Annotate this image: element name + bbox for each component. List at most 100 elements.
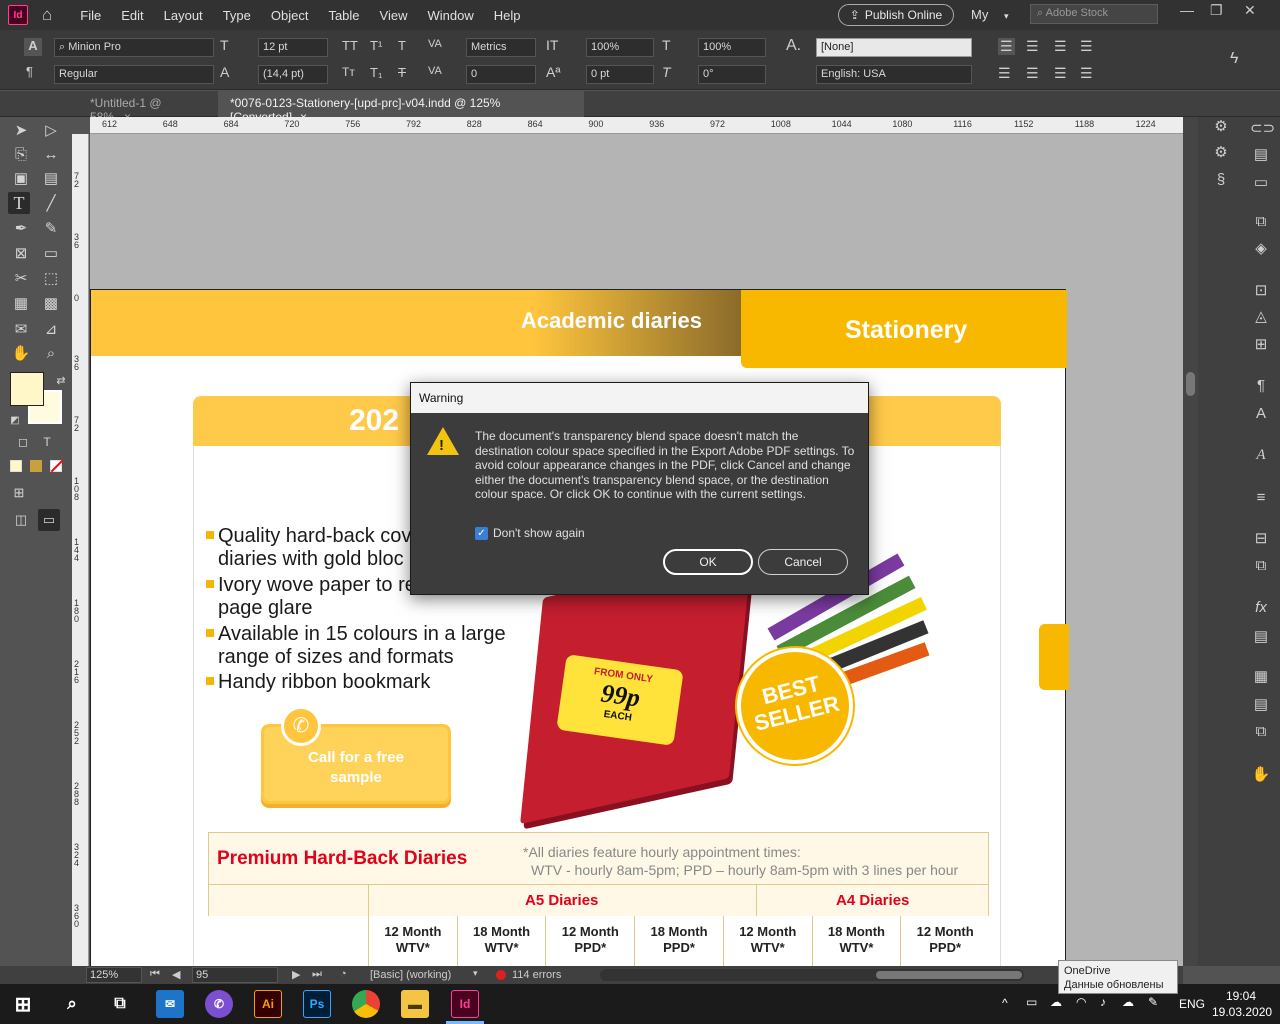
menu-window[interactable]: Window: [417, 8, 483, 23]
volume-icon[interactable]: ♪: [1100, 995, 1106, 1009]
screen-mode-icon[interactable]: ◫: [10, 509, 32, 531]
direct-selection-tool-icon[interactable]: ▷: [40, 119, 62, 141]
transform-icon[interactable]: ⊞: [1250, 335, 1272, 357]
pages-icon[interactable]: ⧉: [1250, 213, 1272, 235]
viber-icon[interactable]: ✆: [205, 990, 233, 1018]
scissors-tool-icon[interactable]: ✂: [10, 267, 32, 289]
align-icon[interactable]: ◬: [1250, 307, 1272, 329]
font-family-field[interactable]: ⌕ Minion Pro: [54, 38, 214, 57]
scroll-thumb[interactable]: [1186, 372, 1195, 396]
language-field[interactable]: English: USA: [816, 65, 972, 84]
quick-actions-icon[interactable]: ϟ: [1230, 50, 1238, 68]
character-style-field[interactable]: [None]: [816, 38, 972, 57]
page-field[interactable]: 95: [192, 967, 278, 983]
horizontal-scale-field[interactable]: 100%: [698, 38, 766, 57]
gradient-feather-tool-icon[interactable]: ▩: [40, 292, 62, 314]
links-icon[interactable]: ⊂⊃: [1250, 119, 1275, 141]
cell-styles-icon[interactable]: ⧉: [1250, 557, 1272, 579]
gradient-icon[interactable]: ▭: [1250, 173, 1272, 195]
restore-button[interactable]: ❐: [1210, 2, 1223, 19]
preview-mode-icon[interactable]: ▭: [38, 509, 60, 531]
home-icon[interactable]: ⌂: [42, 5, 52, 25]
fill-swatch[interactable]: [10, 372, 44, 406]
indesign-taskbar-icon[interactable]: Id: [451, 990, 479, 1018]
effects-icon[interactable]: fx: [1250, 599, 1272, 621]
task-view-icon[interactable]: ⧉: [106, 990, 134, 1018]
subscript-button[interactable]: T₁: [370, 65, 382, 80]
align-left-icon[interactable]: ☰: [998, 38, 1015, 55]
rectangle-frame-tool-icon[interactable]: ⊠: [10, 242, 32, 264]
character-icon[interactable]: A: [1250, 405, 1272, 427]
character-mode-icon[interactable]: A: [24, 38, 42, 56]
swatches-icon[interactable]: ▤: [1250, 145, 1272, 167]
page-tool-icon[interactable]: ⎘: [10, 143, 32, 165]
gap-tool-icon[interactable]: ↔: [40, 143, 62, 165]
paragraph-icon[interactable]: ¶: [1250, 377, 1272, 399]
skew-field[interactable]: 0°: [698, 65, 766, 84]
links-panel-icon[interactable]: ⚙: [1210, 143, 1232, 165]
pen-icon[interactable]: ✎: [1148, 995, 1158, 1009]
hand-tool-icon[interactable]: ✋: [10, 342, 32, 364]
tab-stationery[interactable]: *0076-0123-Stationery-[upd-prc]-v04.indd…: [218, 91, 584, 124]
align-center-icon[interactable]: ☰: [1026, 38, 1039, 55]
chevron-down-icon[interactable]: ▾: [473, 968, 478, 979]
minimize-button[interactable]: —: [1180, 2, 1194, 18]
zoom-field[interactable]: 125%: [86, 967, 142, 983]
content-placer-icon[interactable]: ▤: [40, 167, 62, 189]
note-tool-icon[interactable]: ✉: [10, 318, 32, 340]
formatting-container-icon[interactable]: ◻: [12, 431, 34, 453]
battery-icon[interactable]: ▭: [1026, 995, 1037, 1009]
pen-tool-icon[interactable]: ✒: [10, 217, 32, 239]
start-icon[interactable]: ⊞: [9, 990, 37, 1018]
pencil-tool-icon[interactable]: ✎: [40, 217, 62, 239]
previous-page-icon[interactable]: ◀: [172, 968, 180, 981]
illustrator-icon[interactable]: Ai: [254, 990, 282, 1018]
close-button[interactable]: ✕: [1244, 2, 1256, 19]
publish-online-button[interactable]: ⇪ Publish Online: [838, 4, 954, 26]
menu-help[interactable]: Help: [484, 8, 531, 23]
selection-tool-icon[interactable]: ➤: [10, 119, 32, 141]
font-size-field[interactable]: 12 pt: [258, 38, 328, 57]
onedrive-icon[interactable]: ☁: [1050, 995, 1062, 1009]
justify-center-icon[interactable]: ☰: [1026, 65, 1039, 82]
dont-show-checkbox[interactable]: ✓: [475, 527, 488, 540]
align-towards-spine-icon[interactable]: ☰: [1080, 38, 1093, 55]
horizontal-scrollbar[interactable]: [600, 969, 1024, 981]
last-page-icon[interactable]: ⏭: [312, 968, 322, 981]
menu-type[interactable]: Type: [213, 8, 261, 23]
justify-right-icon[interactable]: ☰: [1054, 65, 1067, 82]
eyedropper-tool-icon[interactable]: ⊿: [40, 318, 62, 340]
table-icon[interactable]: ⊟: [1250, 529, 1272, 551]
cloud-sync-icon[interactable]: ☁: [1122, 995, 1134, 1009]
language-indicator[interactable]: ENG: [1179, 997, 1205, 1011]
scroll-thumb[interactable]: [876, 971, 1022, 979]
menu-file[interactable]: File: [70, 8, 111, 23]
hyperlinks-icon[interactable]: ✋: [1250, 765, 1272, 787]
kerning-field[interactable]: Metrics: [466, 38, 536, 57]
file-explorer-icon[interactable]: ▬: [401, 990, 429, 1018]
tracking-field[interactable]: 0: [466, 65, 536, 84]
cancel-button[interactable]: Cancel: [758, 549, 848, 575]
clock[interactable]: 19:04 19.03.2020: [1212, 988, 1272, 1020]
line-tool-icon[interactable]: ╱: [40, 192, 62, 214]
formatting-text-icon[interactable]: T: [36, 431, 58, 453]
all-caps-button[interactable]: TT: [342, 38, 358, 53]
paragraph-styles-icon[interactable]: ▤: [1250, 695, 1272, 717]
first-page-icon[interactable]: ⏮: [150, 968, 160, 981]
menu-table[interactable]: Table: [318, 8, 369, 23]
dont-show-label[interactable]: Don't show again: [493, 526, 585, 540]
rectangle-tool-icon[interactable]: ▭: [40, 242, 62, 264]
mail-icon[interactable]: ✉: [156, 990, 184, 1018]
next-page-icon[interactable]: ▶: [292, 968, 300, 981]
chrome-icon[interactable]: [352, 990, 380, 1018]
vertical-scrollbar[interactable]: [1183, 117, 1198, 966]
default-fill-stroke-icon[interactable]: ◩: [4, 409, 26, 431]
swap-fill-stroke-icon[interactable]: ⇄: [50, 369, 72, 391]
align-right-icon[interactable]: ☰: [1054, 38, 1067, 55]
zoom-tool-icon[interactable]: ⌕: [40, 342, 62, 364]
pages-panel-icon[interactable]: ⚙: [1210, 117, 1232, 139]
object-styles-icon[interactable]: ▤: [1250, 627, 1272, 649]
edit-in-quickmask-icon[interactable]: ⊞: [8, 482, 30, 504]
type-tool-icon[interactable]: T: [8, 192, 30, 214]
vertical-scale-field[interactable]: 100%: [586, 38, 654, 57]
